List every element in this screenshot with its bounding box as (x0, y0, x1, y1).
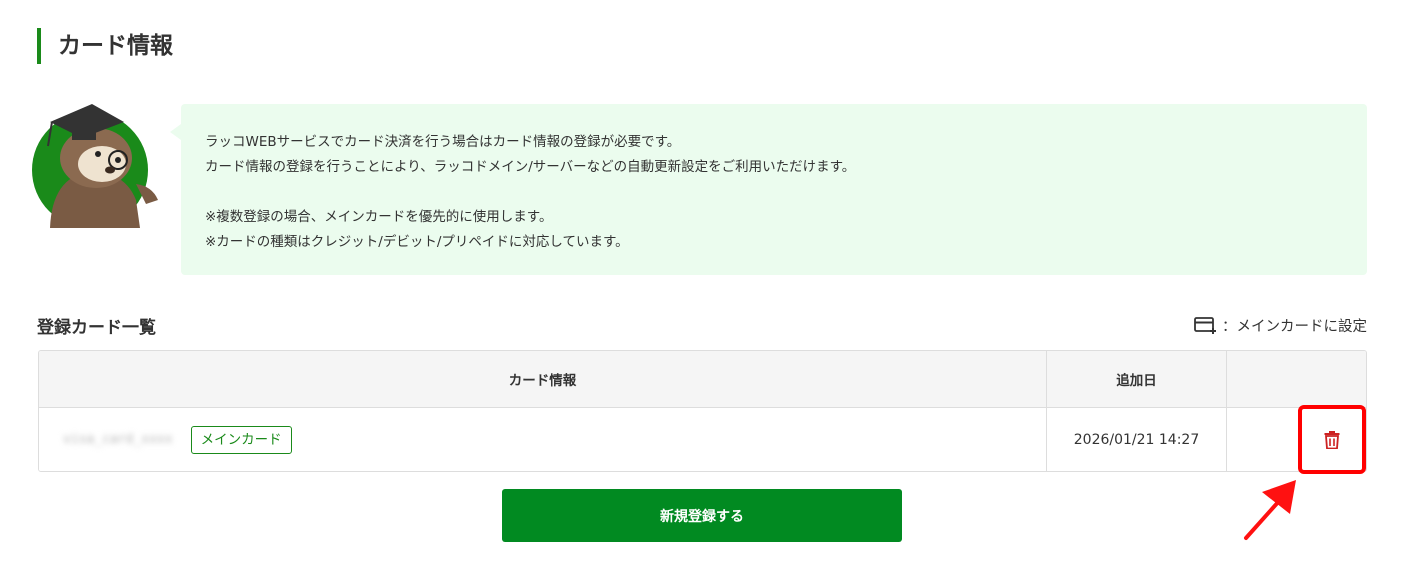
registered-cards-title: 登録カード一覧 (37, 318, 156, 338)
card-table: カード情報 追加日 visa_card_xxxx メインカード 2026/01/… (38, 350, 1367, 472)
info-line: ラッコWEBサービスでカード決済を行う場合はカード情報の登録が必要です。 (205, 134, 681, 150)
table-row: visa_card_xxxx メインカード 2026/01/21 14:27 (39, 408, 1366, 471)
delete-card-button[interactable] (1298, 405, 1366, 474)
info-message-box: ラッコWEBサービスでカード決済を行う場合はカード情報の登録が必要です。 カード… (170, 104, 1367, 275)
legend-label: ：メインカードに設定 (1222, 319, 1367, 335)
card-info-cell: visa_card_xxxx メインカード (39, 408, 1047, 471)
info-line: ※複数登録の場合、メインカードを優先的に使用します。 (205, 209, 553, 225)
column-header-card-info: カード情報 (39, 351, 1047, 407)
main-card-legend: ：メインカードに設定 (1194, 315, 1367, 336)
trash-icon (1324, 430, 1340, 449)
main-card-badge: メインカード (190, 425, 292, 454)
info-line: カード情報の登録を行うことにより、ラッコドメイン/サーバーなどの自動更新設定をご… (205, 159, 856, 175)
column-header-added-date: 追加日 (1047, 351, 1227, 407)
new-register-button[interactable]: 新規登録する (502, 489, 902, 542)
card-add-icon (1194, 316, 1216, 334)
table-header: カード情報 追加日 (39, 351, 1366, 408)
annotation-arrow-icon (1244, 480, 1296, 540)
info-line: ※カードの種類はクレジット/デビット/プリペイドに対応しています。 (205, 234, 629, 250)
otter-mascot-avatar (32, 104, 158, 228)
column-header-actions (1227, 351, 1366, 407)
added-date-cell: 2026/01/21 14:27 (1047, 408, 1227, 471)
page-title: カード情報 (37, 28, 173, 64)
masked-card-number: visa_card_xxxx (63, 432, 173, 447)
info-line (205, 180, 1343, 205)
